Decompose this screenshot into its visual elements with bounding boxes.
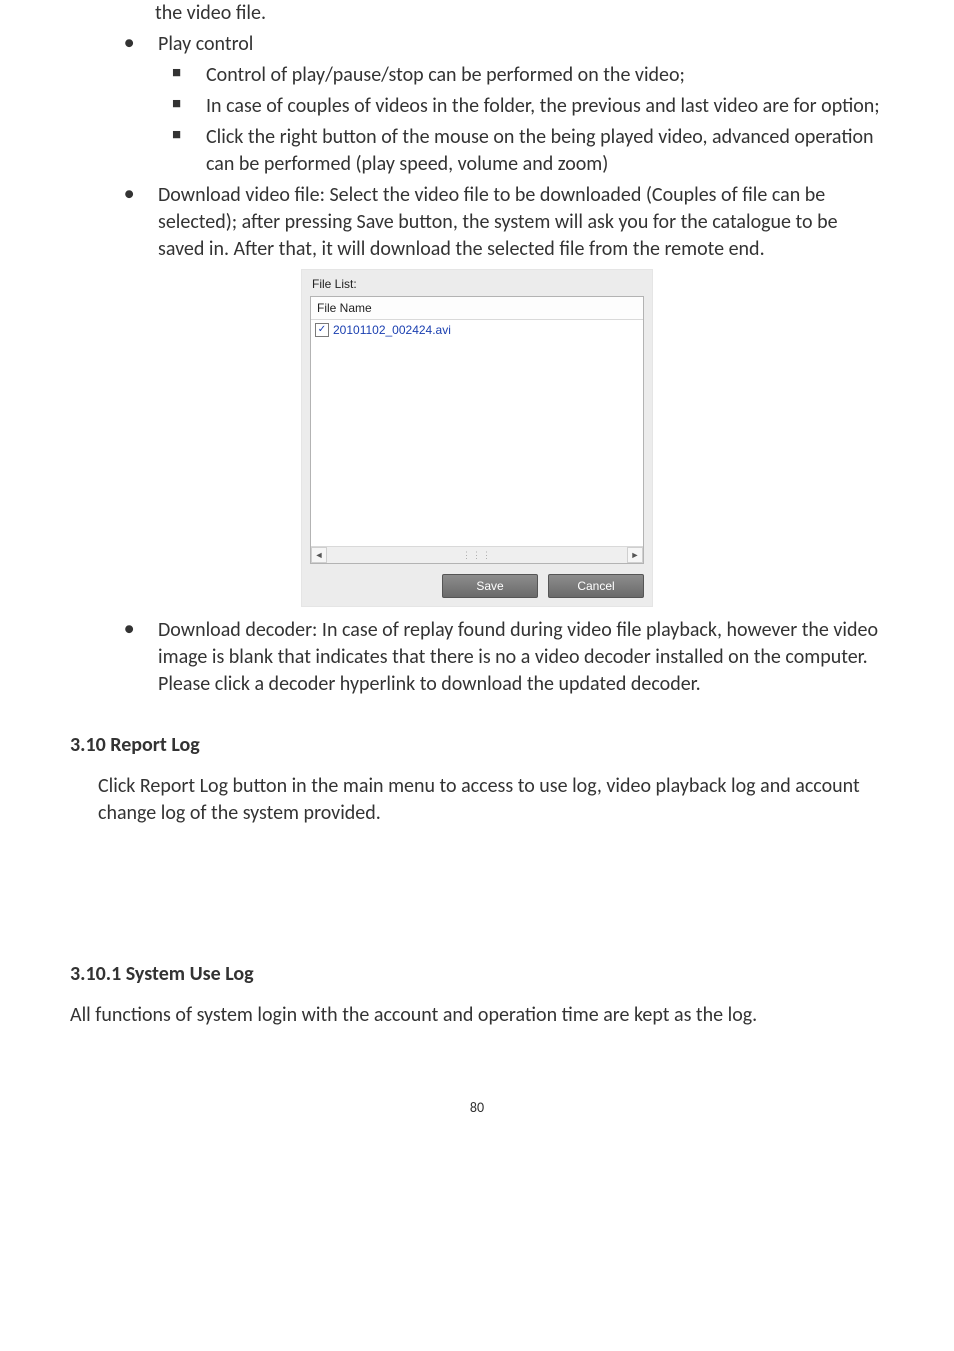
page-number: 80 — [70, 1099, 884, 1118]
file-list-box: File Name ✓ 20101102_002424.avi ◄ ⋮⋮⋮ ► — [310, 296, 644, 564]
file-list-dialog: File List: File Name ✓ 20101102_002424.a… — [301, 269, 653, 607]
scroll-left-icon[interactable]: ◄ — [311, 547, 327, 563]
save-button[interactable]: Save — [442, 574, 538, 598]
list-item-text: Download video file: Select the video fi… — [158, 182, 884, 263]
horizontal-scrollbar[interactable]: ◄ ⋮⋮⋮ ► — [311, 546, 643, 563]
list-download-file: Download video file: Select the video fi… — [110, 182, 884, 263]
list-item-text: Play control — [158, 31, 884, 58]
dialog-title: File List: — [310, 274, 644, 296]
spacer — [70, 837, 884, 927]
list-item: In case of couples of videos in the fold… — [158, 93, 884, 120]
file-row[interactable]: ✓ 20101102_002424.avi — [311, 320, 643, 340]
li-text: Control of play/pause/stop can be perfor… — [206, 62, 884, 89]
list-item: Click the right button of the mouse on t… — [158, 124, 884, 178]
section-heading-3101: 3.10.1 System Use Log — [70, 961, 884, 988]
list-download-decoder: Download decoder: In case of replay foun… — [110, 617, 884, 698]
cancel-button[interactable]: Cancel — [548, 574, 644, 598]
checkbox-icon[interactable]: ✓ — [315, 323, 329, 337]
outer-list-2: Download decoder: In case of replay foun… — [70, 617, 884, 698]
dialog-button-row: Save Cancel — [310, 574, 644, 598]
li-text: Click the right button of the mouse on t… — [206, 124, 884, 178]
list-item: Control of play/pause/stop can be perfor… — [158, 62, 884, 89]
li-text: In case of couples of videos in the fold… — [206, 93, 884, 120]
list-item-text: Download decoder: In case of replay foun… — [158, 617, 884, 698]
scroll-grip-icon: ⋮⋮⋮ — [462, 549, 492, 561]
scroll-track[interactable]: ⋮⋮⋮ — [327, 547, 627, 563]
list-play-control: Play control Control of play/pause/stop … — [110, 31, 884, 178]
scroll-right-icon[interactable]: ► — [627, 547, 643, 563]
section-3101-paragraph: All functions of system login with the a… — [70, 1002, 884, 1029]
section-heading-310: 3.10 Report Log — [70, 732, 884, 759]
inner-list: Control of play/pause/stop can be perfor… — [158, 62, 884, 178]
top-fragment: the video file. — [70, 0, 884, 27]
column-header-filename[interactable]: File Name — [311, 297, 643, 320]
outer-list: Play control Control of play/pause/stop … — [70, 31, 884, 263]
file-name-text: 20101102_002424.avi — [333, 322, 451, 338]
section-310-paragraph: Click Report Log button in the main menu… — [98, 773, 884, 827]
